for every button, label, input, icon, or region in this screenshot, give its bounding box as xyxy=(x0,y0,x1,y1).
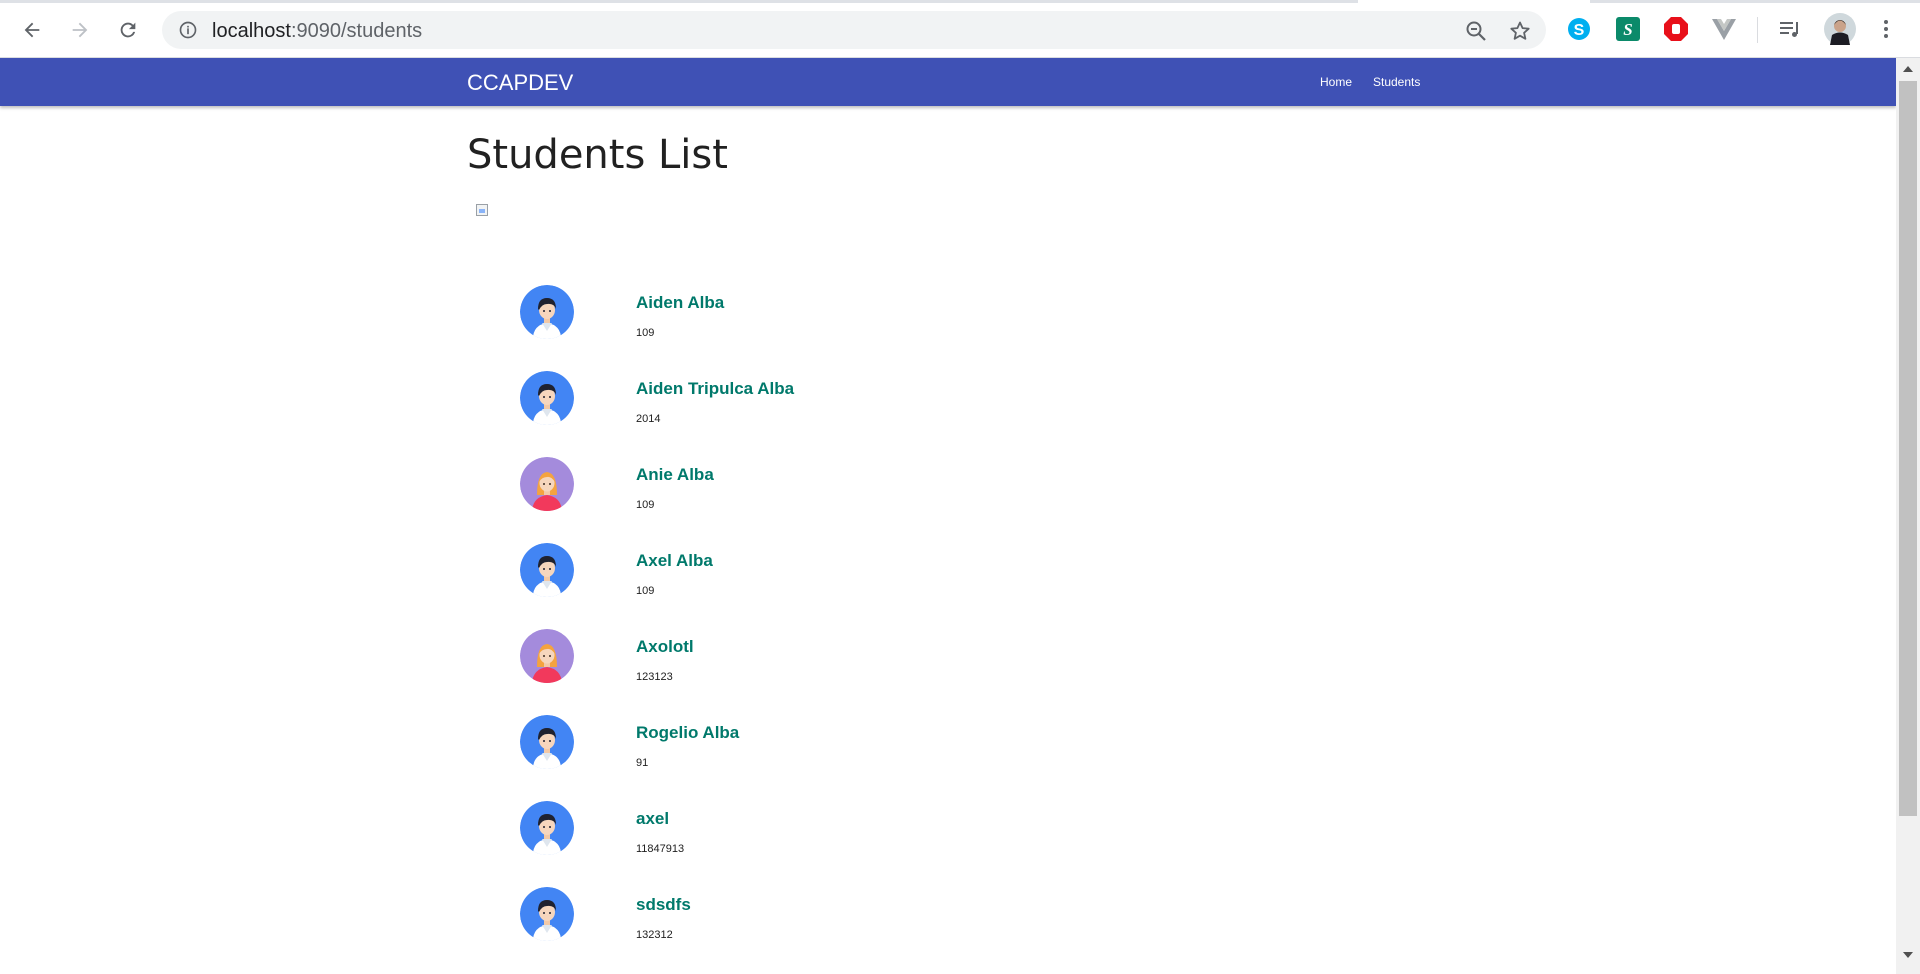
forward-arrow-icon xyxy=(72,22,88,38)
student-id: 109 xyxy=(636,499,655,511)
student-id: 109 xyxy=(636,585,655,597)
tab-strip xyxy=(0,0,1920,3)
svg-text:S: S xyxy=(1574,22,1585,39)
student-item[interactable]: axel 11847913 xyxy=(520,801,1120,887)
scroll-up-arrow-icon[interactable] xyxy=(1896,62,1920,76)
star-icon[interactable] xyxy=(1508,19,1532,43)
address-bar[interactable]: localhost:9090/students xyxy=(162,11,1546,49)
script-extension[interactable]: S xyxy=(1614,15,1642,43)
vue-extension[interactable] xyxy=(1710,15,1738,43)
student-item[interactable]: Axel Alba 109 xyxy=(520,543,1120,629)
profile-avatar-icon xyxy=(1824,13,1856,45)
student-item[interactable]: Aiden Alba 109 xyxy=(520,285,1120,371)
student-id: 2014 xyxy=(636,413,661,425)
scrollbar[interactable] xyxy=(1896,58,1920,974)
student-id: 109 xyxy=(636,327,655,339)
url-path: :9090/students xyxy=(290,20,423,42)
back-arrow-icon xyxy=(24,22,40,38)
vue-icon xyxy=(1712,19,1736,40)
stop-extension[interactable] xyxy=(1662,15,1690,43)
student-item[interactable]: Axolotl 123123 xyxy=(520,629,1120,715)
student-item[interactable]: Anie Alba 109 xyxy=(520,457,1120,543)
profile-button[interactable] xyxy=(1824,13,1856,45)
tab-strip-segment xyxy=(1590,0,1920,3)
nav-link-home[interactable]: Home xyxy=(1320,75,1352,89)
student-item[interactable]: Aiden Tripulca Alba 2014 xyxy=(520,371,1120,457)
app-navbar: CCAPDEV Home Students xyxy=(0,58,1896,106)
svg-text:S: S xyxy=(1623,20,1632,39)
media-icon xyxy=(1780,22,1798,37)
stop-icon xyxy=(1664,17,1688,41)
student-name[interactable]: axel xyxy=(636,809,669,829)
scrollbar-thumb[interactable] xyxy=(1899,81,1917,816)
scroll-down-arrow-icon[interactable] xyxy=(1896,948,1920,962)
zoom-out-icon[interactable] xyxy=(1464,19,1488,43)
student-item[interactable]: sdsdfs 132312 xyxy=(520,887,1120,973)
url-text[interactable]: localhost:9090/students xyxy=(212,20,422,43)
male-avatar-icon xyxy=(520,371,574,425)
brand-logo[interactable]: CCAPDEV xyxy=(467,70,573,96)
nav-link-students[interactable]: Students xyxy=(1373,75,1420,89)
student-id: 123123 xyxy=(636,671,673,683)
reload-button[interactable] xyxy=(112,14,144,46)
male-avatar-icon xyxy=(520,715,574,769)
page-title: Students List xyxy=(467,132,728,178)
male-avatar-icon xyxy=(520,887,574,941)
student-name[interactable]: Aiden Tripulca Alba xyxy=(636,379,794,399)
student-name[interactable]: Aiden Alba xyxy=(636,293,724,313)
student-id: 91 xyxy=(636,757,649,769)
skype-icon: S xyxy=(1568,18,1590,40)
menu-dots-icon xyxy=(1884,20,1888,38)
broken-image-icon xyxy=(476,204,488,216)
female-avatar-icon xyxy=(520,629,574,683)
browser-menu-button[interactable] xyxy=(1872,15,1900,43)
tab-strip-segment xyxy=(0,0,1358,3)
student-name[interactable]: Axel Alba xyxy=(636,551,713,571)
student-id: 11847913 xyxy=(636,843,685,855)
male-avatar-icon xyxy=(520,543,574,597)
toolbar-separator xyxy=(1757,17,1758,43)
student-name[interactable]: Anie Alba xyxy=(636,465,714,485)
script-icon: S xyxy=(1616,17,1640,41)
media-button[interactable] xyxy=(1776,15,1804,43)
back-button[interactable] xyxy=(16,14,48,46)
student-name[interactable]: Rogelio Alba xyxy=(636,723,739,743)
student-id: 132312 xyxy=(636,929,673,941)
student-item[interactable]: Rogelio Alba 91 xyxy=(520,715,1120,801)
student-name[interactable]: Axolotl xyxy=(636,637,694,657)
info-icon[interactable] xyxy=(178,20,198,40)
reload-icon xyxy=(120,22,136,38)
female-avatar-icon xyxy=(520,457,574,511)
male-avatar-icon xyxy=(520,285,574,339)
url-host: localhost xyxy=(212,20,291,42)
browser-toolbar: localhost:9090/students S S xyxy=(0,0,1920,58)
skype-extension[interactable]: S xyxy=(1565,15,1593,43)
student-name[interactable]: sdsdfs xyxy=(636,895,691,915)
male-avatar-icon xyxy=(520,801,574,855)
forward-button[interactable] xyxy=(64,14,96,46)
page-viewport: CCAPDEV Home Students Students List Aide… xyxy=(0,58,1896,974)
